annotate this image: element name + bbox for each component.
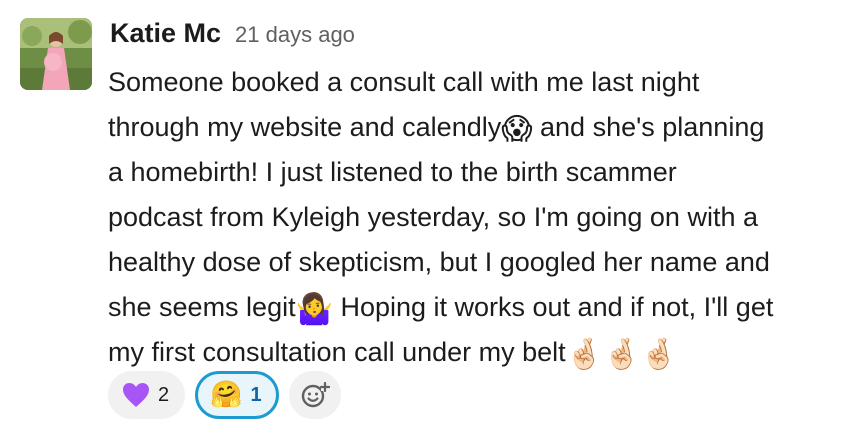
- hugging-face-icon: 🤗: [210, 380, 243, 410]
- message-line: she seems legit🤷‍♀️ Hoping it works out …: [108, 285, 844, 330]
- message-text: she seems legit: [108, 292, 296, 322]
- message-text: Hoping it works out and if not, I'll get: [332, 292, 774, 322]
- message-line: healthy dose of skepticism, but I google…: [108, 240, 844, 285]
- message-line: podcast from Kyleigh yesterday, so I'm g…: [108, 195, 844, 240]
- message-header: Katie Mc 21 days ago: [110, 18, 355, 58]
- scream-emoji-icon: 😱: [501, 112, 533, 147]
- message-body: Someone booked a consult call with me la…: [108, 60, 844, 375]
- message-text: a homebirth! I just listened to the birt…: [108, 157, 677, 187]
- message-text: my first consultation call under my belt: [108, 337, 566, 367]
- avatar[interactable]: [20, 18, 92, 90]
- add-reaction-button[interactable]: [288, 371, 341, 419]
- message-line: my first consultation call under my belt…: [108, 330, 844, 375]
- reaction-purple-heart[interactable]: 2: [108, 371, 186, 419]
- crossed-fingers-emoji-icon: 🤞🏻🤞🏻🤞🏻: [565, 337, 678, 372]
- message-line: Someone booked a consult call with me la…: [108, 60, 844, 105]
- message-line: a homebirth! I just listened to the birt…: [108, 150, 844, 195]
- timestamp[interactable]: 21 days ago: [235, 22, 355, 48]
- message-text: healthy dose of skepticism, but I google…: [108, 247, 770, 277]
- reaction-count: 2: [158, 383, 170, 406]
- message-text: and she's planning: [532, 112, 765, 142]
- message-text: through my website and calendly: [108, 112, 502, 142]
- purple-heart-icon: [123, 383, 149, 407]
- message-line: through my website and calendly😱 and she…: [108, 105, 844, 150]
- avatar-photo: [20, 18, 92, 90]
- reaction-hugging-face[interactable]: 🤗 1: [195, 371, 279, 419]
- reactions-bar: 2 🤗 1: [108, 371, 341, 419]
- reaction-count: 1: [250, 383, 262, 406]
- message-text: Someone booked a consult call with me la…: [108, 67, 700, 97]
- add-reaction-icon: [301, 381, 330, 408]
- shrug-emoji-icon: 🤷‍♀️: [295, 292, 333, 327]
- author-name[interactable]: Katie Mc: [110, 18, 221, 49]
- message-text: podcast from Kyleigh yesterday, so I'm g…: [108, 202, 758, 232]
